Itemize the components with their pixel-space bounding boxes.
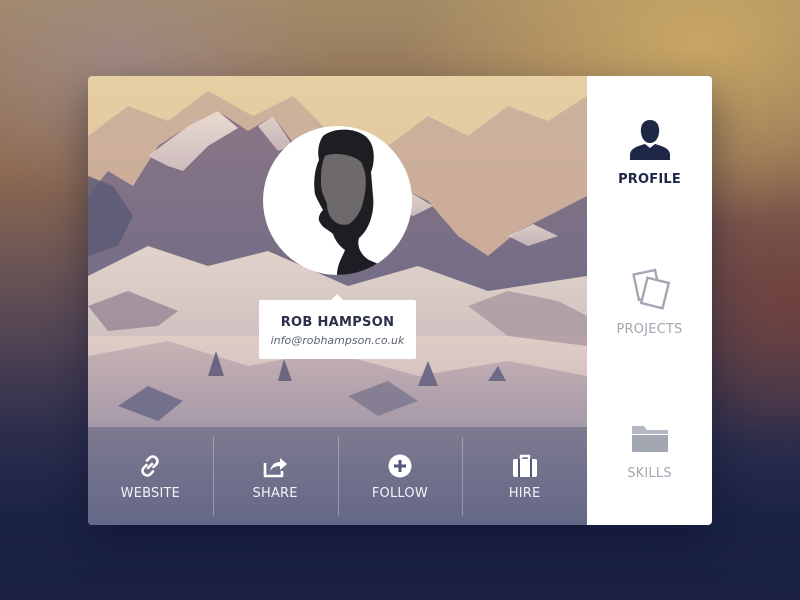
follow-label: FOLLOW [371,486,428,501]
folder-icon [631,426,668,452]
sidebar-item-projects[interactable]: PROJECTS [587,268,712,337]
share-icon [263,458,288,478]
profile-card: ROB HAMPSON info@robhampson.co.uk WEBSIT… [88,76,712,525]
website-label: WEBSITE [120,486,181,501]
sidebar-item-label: PROJECTS [616,322,683,337]
mountain-background: ROB HAMPSON info@robhampson.co.uk WEBSIT… [88,76,587,525]
sidebar-item-skills[interactable]: SKILLS [587,422,712,481]
share-label: SHARE [252,486,298,501]
briefcase-icon [512,454,537,477]
sidebar-item-label: SKILLS [627,466,672,481]
sidebar-nav: PROFILE PROJECTS SKILLS [587,76,712,525]
profile-email[interactable]: info@robhampson.co.uk [259,334,416,347]
hire-button[interactable]: HIRE [462,427,587,525]
website-button[interactable]: WEBSITE [88,427,213,525]
avatar[interactable] [263,126,412,275]
action-bar: WEBSITE SHARE FOLLOW HIRE [88,426,587,525]
sidebar-item-profile[interactable]: PROFILE [587,118,712,187]
hire-label: HIRE [508,486,541,501]
profile-info-box: ROB HAMPSON info@robhampson.co.uk [259,294,416,359]
cards-icon [631,268,670,310]
user-icon [629,120,670,160]
profile-name: ROB HAMPSON [280,315,395,330]
link-icon [141,455,160,477]
share-button[interactable]: SHARE [212,427,338,525]
portrait-silhouette [314,129,391,275]
follow-button[interactable]: FOLLOW [337,427,463,525]
plus-circle-icon [388,454,412,478]
sidebar-item-label: PROFILE [618,172,681,187]
